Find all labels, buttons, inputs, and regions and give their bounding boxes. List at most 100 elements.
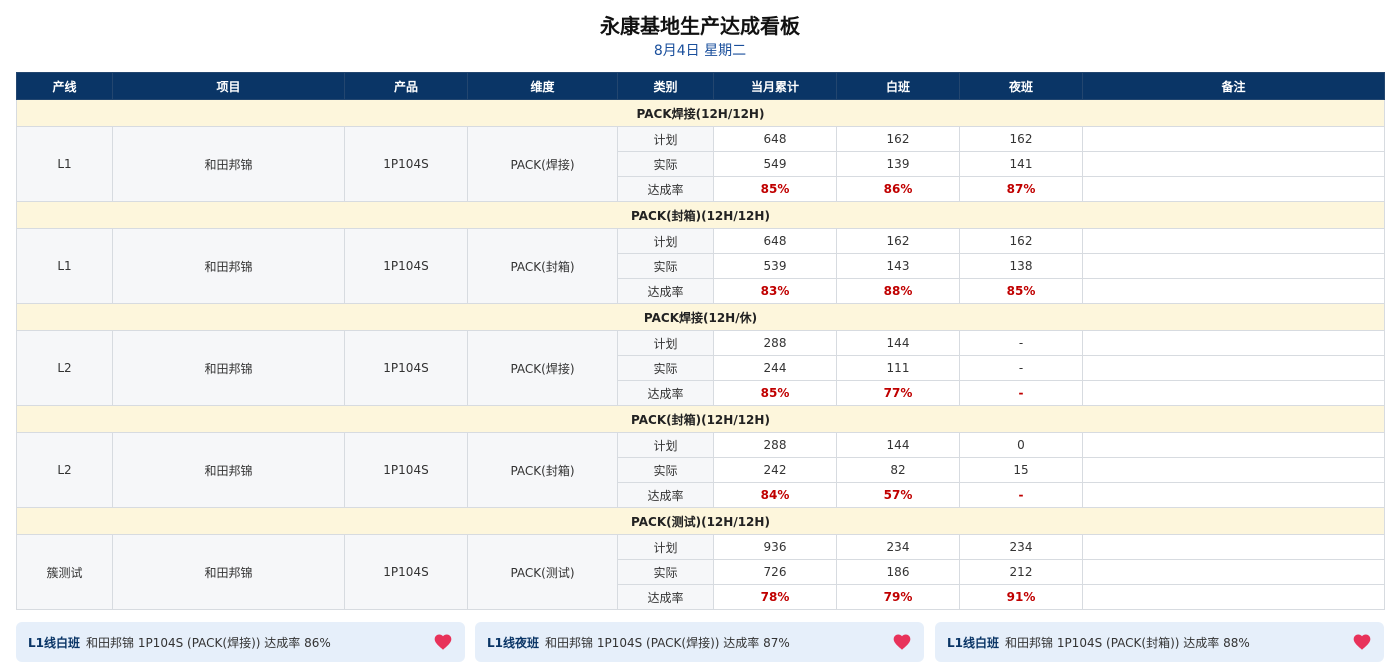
category-cell: 计划: [617, 330, 714, 356]
note-cell: [1082, 380, 1385, 406]
night-shift-cell: 87%: [959, 176, 1083, 202]
day-shift-cell: 144: [836, 432, 960, 458]
highlight-cards: L1线白班 和田邦锦 1P104S (PACK(焊接)) 达成率 86% L1线夜班…: [16, 622, 1384, 662]
day-shift-cell: 144: [836, 330, 960, 356]
col-header-product: 产品: [344, 72, 468, 100]
day-shift-cell: 162: [836, 126, 960, 152]
note-cell: [1082, 176, 1385, 202]
card-description: 和田邦锦 1P104S (PACK(焊接)) 达成率 86%: [86, 635, 331, 650]
project-cell: 和田邦锦: [112, 534, 345, 610]
highlight-card: L1线夜班 和田邦锦 1P104S (PACK(焊接)) 达成率 87%: [475, 622, 924, 662]
section-header-row: PACK焊接(12H/休): [16, 303, 1385, 331]
note-cell: [1082, 355, 1385, 381]
project-cell: 和田邦锦: [112, 330, 345, 406]
night-shift-cell: 0: [959, 432, 1083, 458]
note-cell: [1082, 126, 1385, 152]
line-cell: 簇测试: [16, 534, 113, 610]
note-cell: [1082, 534, 1385, 560]
night-shift-cell: 138: [959, 253, 1083, 279]
month-total-cell: 539: [713, 253, 837, 279]
category-cell: 实际: [617, 151, 714, 177]
day-shift-cell: 86%: [836, 176, 960, 202]
category-cell: 达成率: [617, 278, 714, 304]
night-shift-cell: 234: [959, 534, 1083, 560]
col-header-category: 类别: [617, 72, 714, 100]
month-total-cell: 244: [713, 355, 837, 381]
product-cell: 1P104S: [344, 330, 468, 406]
category-cell: 计划: [617, 432, 714, 458]
section-header-row: PACK(封箱)(12H/12H): [16, 405, 1385, 433]
section-title: PACK焊接(12H/12H): [16, 99, 1385, 127]
section-header-row: PACK焊接(12H/12H): [16, 99, 1385, 127]
production-table: 产线 项目 产品 维度 类别 当月累计 白班 夜班 备注 PACK焊接(12H/…: [16, 72, 1385, 610]
table-row: L2 和田邦锦 1P104S PACK(焊接) 计划 288 144-: [16, 330, 1385, 406]
night-shift-cell: 141: [959, 151, 1083, 177]
category-cell: 计划: [617, 228, 714, 254]
section-title: PACK(测试)(12H/12H): [16, 507, 1385, 535]
night-shift-cell: 162: [959, 126, 1083, 152]
category-cell: 达成率: [617, 584, 714, 610]
month-total-cell: 85%: [713, 380, 837, 406]
product-cell: 1P104S: [344, 228, 468, 304]
note-cell: [1082, 228, 1385, 254]
table-row: 簇测试 和田邦锦 1P104S PACK(测试) 计划 936 234 234: [16, 534, 1385, 610]
note-cell: [1082, 330, 1385, 356]
note-cell: [1082, 278, 1385, 304]
day-shift-cell: 143: [836, 253, 960, 279]
note-cell: [1082, 559, 1385, 585]
card-shift-label: L1线夜班: [487, 635, 539, 650]
month-total-cell: 648: [713, 228, 837, 254]
month-total-cell: 85%: [713, 176, 837, 202]
day-shift-cell: 88%: [836, 278, 960, 304]
month-total-cell: 648: [713, 126, 837, 152]
category-cell: 实际: [617, 559, 714, 585]
note-cell: [1082, 253, 1385, 279]
dimension-cell: PACK(焊接): [467, 330, 618, 406]
night-shift-cell: -: [959, 330, 1083, 356]
night-shift-cell: 85%: [959, 278, 1083, 304]
category-cell: 计划: [617, 534, 714, 560]
night-shift-cell: -: [959, 355, 1083, 381]
line-cell: L1: [16, 228, 113, 304]
dimension-cell: PACK(测试): [467, 534, 618, 610]
day-shift-cell: 162: [836, 228, 960, 254]
heart-icon: [893, 634, 911, 650]
line-cell: L2: [16, 330, 113, 406]
dimension-cell: PACK(焊接): [467, 126, 618, 202]
dimension-cell: PACK(封箱): [467, 432, 618, 508]
night-shift-cell: 162: [959, 228, 1083, 254]
dimension-cell: PACK(封箱): [467, 228, 618, 304]
month-total-cell: 84%: [713, 482, 837, 508]
card-description: 和田邦锦 1P104S (PACK(焊接)) 达成率 87%: [545, 635, 790, 650]
day-shift-cell: 77%: [836, 380, 960, 406]
day-shift-cell: 234: [836, 534, 960, 560]
month-total-cell: 936: [713, 534, 837, 560]
table-row: L1 和田邦锦 1P104S PACK(焊接) 计划 648 162 162: [16, 126, 1385, 202]
month-total-cell: 83%: [713, 278, 837, 304]
col-header-project: 项目: [112, 72, 345, 100]
note-cell: [1082, 482, 1385, 508]
day-shift-cell: 79%: [836, 584, 960, 610]
night-shift-cell: 15: [959, 457, 1083, 483]
day-shift-cell: 82: [836, 457, 960, 483]
card-shift-label: L1线白班: [947, 635, 999, 650]
table-header-row: 产线 项目 产品 维度 类别 当月累计 白班 夜班 备注: [16, 72, 1385, 100]
col-header-night-shift: 夜班: [959, 72, 1083, 100]
page-title: 永康基地生产达成看板: [600, 14, 800, 38]
category-cell: 实际: [617, 457, 714, 483]
product-cell: 1P104S: [344, 432, 468, 508]
category-cell: 达成率: [617, 176, 714, 202]
project-cell: 和田邦锦: [112, 432, 345, 508]
day-shift-cell: 111: [836, 355, 960, 381]
col-header-month-total: 当月累计: [713, 72, 837, 100]
heart-icon: [1353, 634, 1371, 650]
col-header-day-shift: 白班: [836, 72, 960, 100]
day-shift-cell: 57%: [836, 482, 960, 508]
month-total-cell: 288: [713, 330, 837, 356]
product-cell: 1P104S: [344, 126, 468, 202]
note-cell: [1082, 151, 1385, 177]
page-date: 8月4日 星期二: [653, 43, 747, 59]
month-total-cell: 288: [713, 432, 837, 458]
line-cell: L2: [16, 432, 113, 508]
category-cell: 达成率: [617, 482, 714, 508]
